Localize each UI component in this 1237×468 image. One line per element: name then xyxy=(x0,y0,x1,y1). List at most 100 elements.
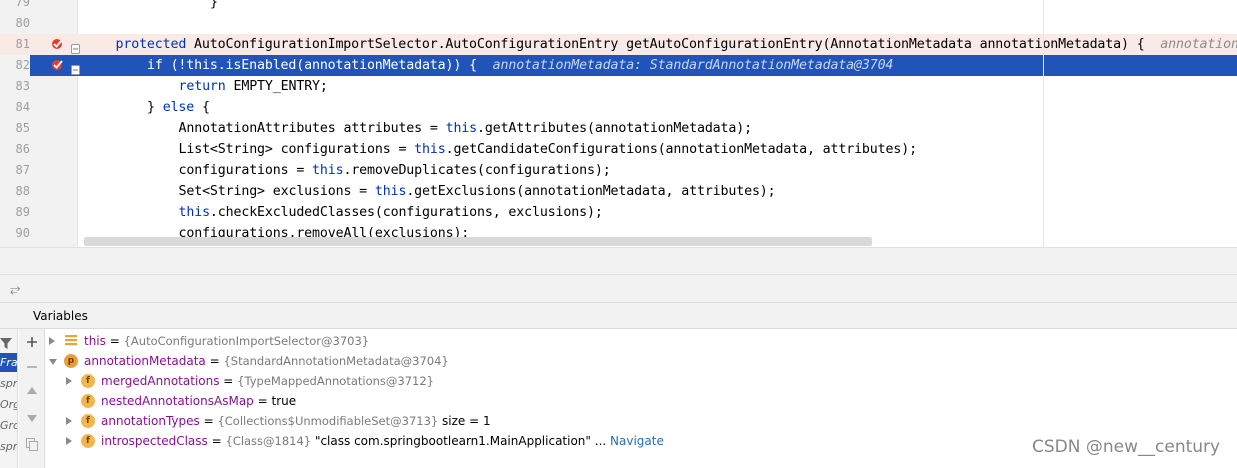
copy-icon[interactable] xyxy=(24,436,40,452)
code-text[interactable]: List<String> configurations = this.getCa… xyxy=(179,139,918,160)
move-down-icon[interactable] xyxy=(24,411,40,427)
frame-item[interactable]: spri xyxy=(0,437,17,456)
code-line[interactable]: 89 this.checkExcludedClasses(configuratio… xyxy=(0,202,1237,223)
field-icon: f xyxy=(81,434,95,448)
variable-row[interactable]: p annotationMetadata = {StandardAnnotatio… xyxy=(45,351,1237,371)
line-number[interactable]: 88 xyxy=(0,181,30,202)
code-line[interactable]: 84 } else { xyxy=(0,97,1237,118)
variable-extra: size = 1 xyxy=(438,414,491,428)
line-number[interactable]: 84 xyxy=(0,97,30,118)
code-line[interactable]: 88 Set<String> exclusions = this.getExclu… xyxy=(0,181,1237,202)
code-token: .isEnabled(annotationMetadata)) { xyxy=(217,58,493,73)
filter-icon[interactable] xyxy=(0,337,12,350)
line-number[interactable]: 87 xyxy=(0,160,30,181)
variable-row[interactable]: f mergedAnnotations = {TypeMappedAnnotati… xyxy=(45,371,1237,391)
keyword-token: this xyxy=(178,205,211,220)
line-number[interactable]: 86 xyxy=(0,139,30,160)
layout-settings-icon[interactable]: ⥂ xyxy=(10,282,26,298)
inline-value-hint: annotationMeta xyxy=(1160,37,1237,52)
navigate-link[interactable]: Navigate xyxy=(606,434,664,448)
horizontal-scrollbar[interactable] xyxy=(84,237,872,246)
variable-row[interactable]: f annotationTypes = {Collections$Unmodifi… xyxy=(45,411,1237,431)
variable-name: this xyxy=(84,334,106,348)
inline-value-hint: annotationMetadata: StandardAnnotationMe… xyxy=(492,58,894,73)
line-number[interactable]: 90 xyxy=(0,223,30,244)
code-token: } xyxy=(147,100,163,115)
frame-item[interactable]: Gro xyxy=(0,416,17,435)
variable-type: {Collections$UnmodifiableSet@3713} xyxy=(217,414,439,428)
line-number[interactable]: 85 xyxy=(0,118,30,139)
code-token: .removeDuplicates(configurations); xyxy=(343,163,611,178)
equals-sign: = xyxy=(199,414,218,428)
variable-text: nestedAnnotationsAsMap = true xyxy=(101,391,296,411)
code-token: .getCandidateConfigurations(annotationMe… xyxy=(445,142,917,157)
line-number[interactable]: 79 xyxy=(0,0,30,13)
variable-text: this = {AutoConfigurationImportSelector@… xyxy=(84,331,369,351)
code-token: configurations = xyxy=(178,163,313,178)
variable-type: {AutoConfigurationImportSelector@3703} xyxy=(123,334,370,348)
line-number[interactable]: 80 xyxy=(0,13,30,34)
code-token: } xyxy=(210,0,218,10)
breakpoint-icon[interactable] xyxy=(50,37,64,51)
expand-arrow-icon[interactable] xyxy=(66,377,72,385)
code-text[interactable]: protected AutoConfigurationImportSelecto… xyxy=(116,34,1237,55)
code-line[interactable]: 80 xyxy=(0,13,1237,34)
parameter-icon: p xyxy=(64,354,78,368)
code-text[interactable]: this.checkExcludedClasses(configurations… xyxy=(179,202,603,223)
expand-arrow-icon[interactable] xyxy=(66,417,72,425)
variable-text: introspectedClass = {Class@1814} "class … xyxy=(101,431,664,451)
variable-name: annotationMetadata xyxy=(84,354,206,368)
editor-status-strip xyxy=(0,247,1237,274)
code-token: if (! xyxy=(147,58,187,73)
code-line[interactable]: 81 protected AutoConfigurationImportSelec… xyxy=(0,34,1237,55)
code-text[interactable]: return EMPTY_ENTRY; xyxy=(179,76,328,97)
variable-name: introspectedClass xyxy=(101,434,208,448)
variable-name: nestedAnnotationsAsMap xyxy=(101,394,254,408)
code-line[interactable]: 85 AnnotationAttributes attributes = this… xyxy=(0,118,1237,139)
add-watch-icon[interactable] xyxy=(24,334,40,350)
field-icon: f xyxy=(81,374,95,388)
code-token: .checkExcludedClasses(configurations, ex… xyxy=(209,205,603,220)
field-icon: f xyxy=(81,394,95,408)
frame-item[interactable]: Org xyxy=(0,395,17,414)
breakpoint-icon[interactable] xyxy=(50,58,64,72)
code-text[interactable]: if (!this.isEnabled(annotationMetadata))… xyxy=(147,55,893,76)
frame-item[interactable]: Fran xyxy=(0,353,17,372)
variable-name: mergedAnnotations xyxy=(101,374,220,388)
code-text[interactable]: } xyxy=(210,0,218,13)
frame-item[interactable]: spr xyxy=(0,374,17,393)
this-object-icon xyxy=(64,334,78,348)
code-line[interactable]: 79} xyxy=(0,0,1237,13)
variable-extra: ... xyxy=(590,434,607,448)
fold-marker-icon[interactable] xyxy=(71,60,80,75)
code-text[interactable]: Set<String> exclusions = this.getExclusi… xyxy=(179,181,776,202)
line-number[interactable]: 81 xyxy=(0,34,30,55)
code-text[interactable]: AnnotationAttributes attributes = this.g… xyxy=(179,118,753,139)
line-number[interactable]: 89 xyxy=(0,202,30,223)
expand-arrow-icon[interactable] xyxy=(66,437,72,445)
code-line[interactable]: 83 return EMPTY_ENTRY; xyxy=(0,76,1237,97)
variable-type: {TypeMappedAnnotations@3712} xyxy=(237,374,434,388)
collapse-arrow-icon[interactable] xyxy=(49,359,57,365)
fold-marker-icon[interactable] xyxy=(71,39,80,54)
line-number[interactable]: 82 xyxy=(0,55,30,76)
code-token: AutoConfigurationImportSelector.AutoConf… xyxy=(186,37,1161,52)
variable-name: annotationTypes xyxy=(101,414,200,428)
code-line[interactable]: 87 configurations = this.removeDuplicates… xyxy=(0,160,1237,181)
current-execution-line[interactable]: 82 if (!this.isEnabled(annotationMetadata… xyxy=(0,55,1237,76)
code-text[interactable]: configurations = this.removeDuplicates(c… xyxy=(179,160,611,181)
keyword-token: protected xyxy=(115,37,187,52)
code-editor[interactable]: 79} 80 81 protected AutoConfigurationImport… xyxy=(0,0,1237,247)
code-token: { xyxy=(194,100,210,115)
variable-row[interactable]: this = {AutoConfigurationImportSelector@… xyxy=(45,331,1237,351)
remove-watch-icon[interactable] xyxy=(24,359,40,375)
code-text[interactable]: } else { xyxy=(147,97,210,118)
keyword-token: return xyxy=(178,79,226,94)
equals-sign: = xyxy=(207,434,226,448)
line-number[interactable]: 83 xyxy=(0,76,30,97)
variable-text: annotationMetadata = {StandardAnnotation… xyxy=(84,351,449,371)
code-line[interactable]: 86 List<String> configurations = this.get… xyxy=(0,139,1237,160)
expand-arrow-icon[interactable] xyxy=(49,337,55,345)
move-up-icon[interactable] xyxy=(24,382,40,398)
variable-row[interactable]: f nestedAnnotationsAsMap = true xyxy=(45,391,1237,411)
